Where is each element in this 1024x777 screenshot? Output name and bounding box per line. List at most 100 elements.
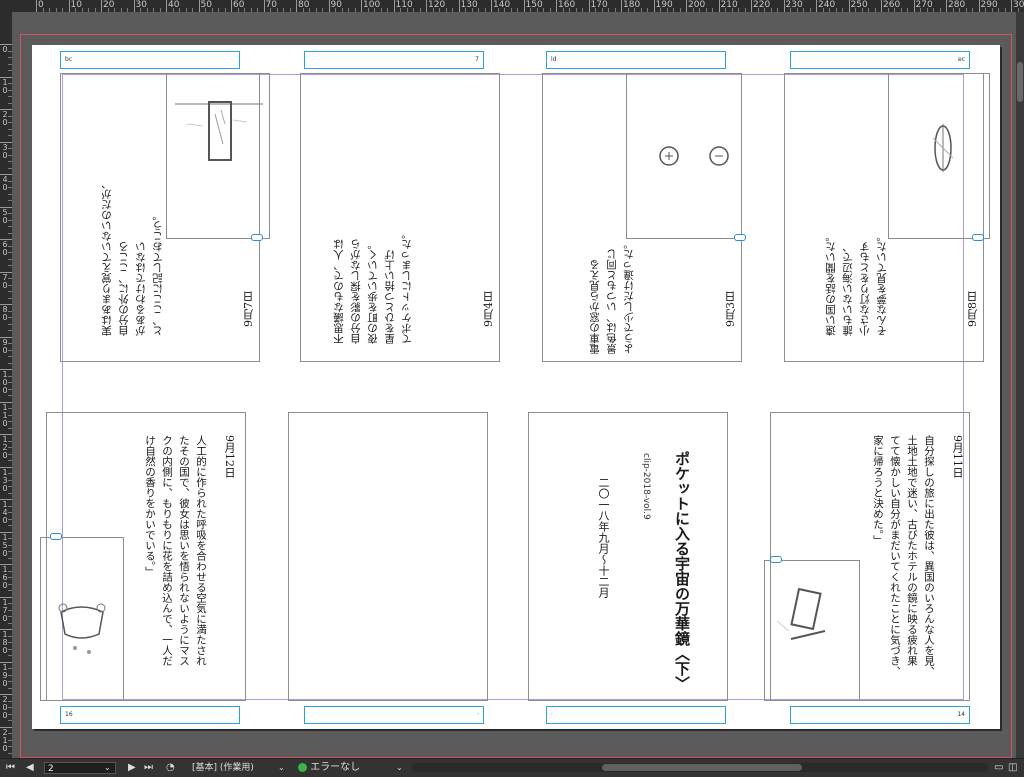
ruler-label: 20 (2, 110, 8, 127)
ruler-label: 170 (590, 0, 608, 10)
ruler-tick (686, 0, 687, 12)
ruler-label: 240 (818, 0, 836, 10)
mask-flower-sketch-icon (58, 603, 106, 654)
ruler-tick (231, 0, 232, 12)
date-label: 9月7日 (242, 291, 255, 327)
page-number-frame[interactable]: · (304, 706, 484, 724)
ruler-tick (133, 0, 135, 12)
ruler-tick (523, 0, 525, 12)
link-icon[interactable] (50, 533, 62, 540)
page-number-frame[interactable]: · (546, 706, 726, 724)
ruler-label: 60 (233, 0, 245, 10)
link-icon[interactable] (972, 234, 984, 241)
ruler-tick (328, 0, 330, 12)
ruler-label: 160 (558, 0, 576, 10)
ruler-tick (621, 0, 622, 12)
horizontal-scroll-thumb[interactable] (602, 764, 802, 771)
chevron-down-icon[interactable]: ⌄ (278, 761, 285, 775)
error-label: エラーなし (310, 762, 361, 773)
ruler-tick (653, 0, 655, 12)
mirror-sketch-icon (776, 587, 826, 640)
ruler-label: 10 (2, 77, 8, 95)
image-frame[interactable] (166, 73, 270, 239)
chevron-down-icon[interactable]: ⌄ (396, 761, 403, 775)
ruler-tick (198, 0, 200, 12)
ruler-label: 50 (2, 207, 8, 225)
page-number-frame[interactable]: 14 (790, 706, 970, 724)
page-number: 14 (957, 711, 965, 718)
date-label: 9月8日 (966, 291, 979, 327)
ruler-tick (36, 0, 37, 12)
page-number-frame[interactable]: ec (790, 51, 970, 69)
next-page-icon[interactable]: ▶ (128, 761, 136, 775)
ruler-label: 40 (168, 0, 180, 10)
diary-text: 人工的に作られた呼吸を合わせる空気に満たされ たその国で、彼女は思いを悟られない… (144, 435, 207, 666)
text-frame-sep4[interactable]: 9月4日 不思議なもので、人は 自分の影を探しながら 夜の町を歩いていく。 星を… (300, 73, 500, 362)
diary-text: 自分探しの旅に出た彼は、異国のいろんな人を見、 土地土地で迷い、古びたホテルの鏡… (872, 435, 935, 677)
diary-text: 実はあまり覚えていないのだが、 自分の外に、こころ があるわけではない と、ここ… (101, 178, 164, 337)
ruler-tick (491, 0, 492, 12)
ruler-label: 280 (948, 0, 966, 10)
ruler-label: 200 (688, 0, 706, 10)
ruler-label: 30 (1013, 0, 1024, 10)
ruler-label: 70 (2, 272, 8, 290)
ruler-tick (556, 0, 557, 12)
ruler-label: 70 (265, 0, 277, 10)
first-page-icon[interactable]: ⏮ (6, 761, 15, 775)
page-number-frame[interactable]: ld (546, 51, 726, 69)
title-frame[interactable]: ポケットに入る宇宙の万華鏡〈下〉 clip-2018-vol.9 二〇一八年九月… (528, 412, 728, 701)
prev-page-icon[interactable]: ◀ (26, 761, 34, 775)
last-page-icon[interactable]: ⏭ (144, 761, 153, 775)
vertical-scrollbar[interactable] (1016, 12, 1024, 758)
ruler-label: 140 (493, 0, 511, 10)
chevron-down-icon[interactable]: ⌄ (104, 761, 111, 775)
page-number: ec (958, 56, 965, 63)
ruler-tick (751, 0, 752, 12)
image-frame[interactable] (626, 73, 742, 239)
lantern-sketch-icon (932, 124, 954, 172)
error-status[interactable]: エラーなし (298, 761, 360, 775)
planet-sketch-icon (659, 146, 729, 166)
date-label: 9月12日 (223, 435, 236, 478)
page-number-frame[interactable]: 7 (304, 51, 484, 69)
book-title: ポケットに入る宇宙の万華鏡〈下〉 (673, 451, 691, 691)
image-frame[interactable] (888, 73, 990, 239)
ruler-label: 90 (330, 0, 342, 10)
ruler-label: 30 (135, 0, 147, 10)
date-label: 9月11日 (951, 435, 964, 478)
horizontal-scrollbar[interactable] (412, 763, 988, 772)
page-number-value: 2 (48, 764, 54, 774)
ruler-tick (783, 0, 785, 12)
ruler-label: 290 (980, 0, 998, 10)
ruler-tick (101, 0, 102, 12)
ruler-label: 80 (298, 0, 310, 10)
ruler-label: 100 (363, 0, 381, 10)
ruler-label: 260 (883, 0, 901, 10)
status-bar: ⏮ ◀ 2 ⌄ ▶ ⏭ ◔ [基本] (作業用) ⌄ エラーなし ⌄ ▭ ◫ (0, 758, 1024, 777)
link-icon[interactable] (251, 234, 263, 241)
preflight-icon[interactable]: ◔ (166, 761, 175, 775)
ruler-tick (913, 0, 915, 12)
ruler-tick (426, 0, 427, 12)
layer-label[interactable]: [基本] (作業用) (192, 761, 254, 775)
mirror-sketch-icon (175, 101, 263, 161)
ruler-tick (166, 0, 167, 12)
link-icon[interactable] (770, 556, 782, 563)
ruler-label: 270 (915, 0, 933, 10)
page-number: ld (551, 56, 557, 63)
spread-view-icon[interactable]: ▭ (994, 761, 1003, 775)
ruler-tick (361, 0, 362, 12)
link-icon[interactable] (734, 234, 746, 241)
empty-text-frame[interactable] (288, 412, 488, 701)
vertical-scroll-thumb[interactable] (1017, 62, 1023, 102)
ruler-label: 180 (623, 0, 641, 10)
page-number-frame[interactable]: bc (60, 51, 240, 69)
split-view-icon[interactable]: ◫ (1008, 761, 1017, 775)
ruler-tick (296, 0, 297, 12)
publish-period: 二〇一八年九月〜十二月 (597, 477, 610, 598)
document-page[interactable]: bc 7 ld ec 16 · · 14 9月7日 実はあまり覚えていないのだが… (32, 45, 1000, 729)
image-frame[interactable] (40, 537, 124, 701)
page-number-frame[interactable]: 16 (60, 706, 240, 724)
ruler-tick (1011, 0, 1012, 12)
image-frame[interactable] (764, 560, 860, 701)
